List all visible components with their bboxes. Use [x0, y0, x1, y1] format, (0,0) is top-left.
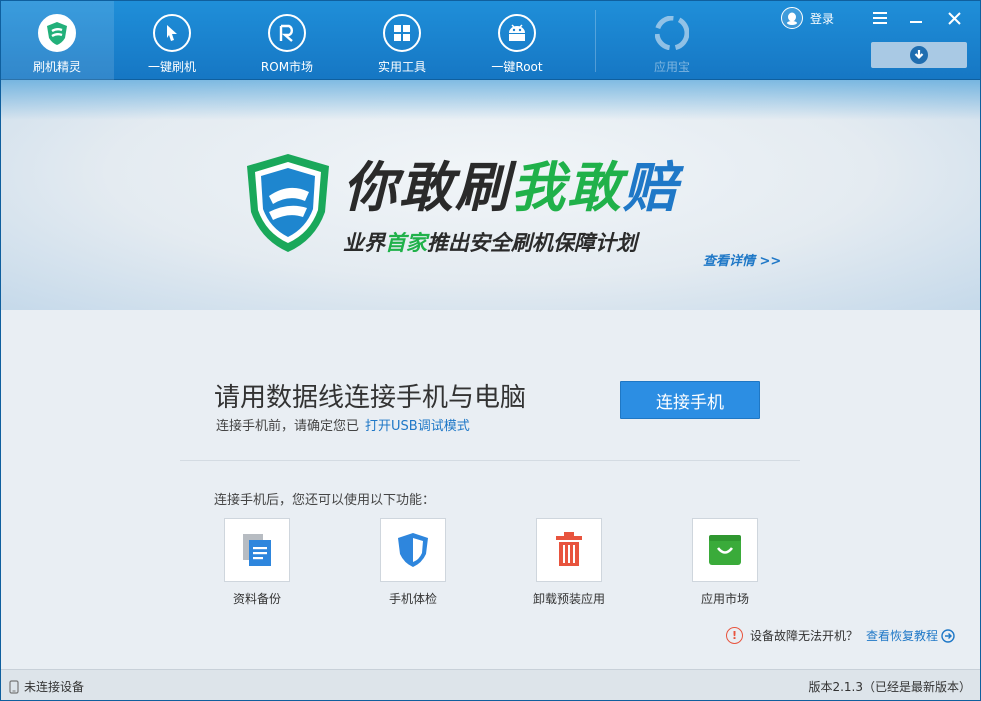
download-icon	[910, 46, 928, 64]
grid-icon	[383, 14, 421, 52]
feature-label: 应用市场	[700, 592, 750, 606]
help-text: 设备故障无法开机？	[750, 629, 859, 643]
connect-phone-button[interactable]: 连接手机	[620, 381, 760, 419]
nav-tab-one-click-root[interactable]: 一键Root	[460, 0, 574, 80]
login-label: 登录	[810, 11, 835, 26]
recovery-tutorial-link[interactable]: 查看恢复教程	[866, 627, 938, 644]
appstore-icon	[653, 14, 691, 52]
shopping-bag-icon	[709, 535, 741, 565]
feature-app-market[interactable]: 应用市场	[692, 518, 758, 606]
top-nav-bar: 刷机精灵 一键刷机 ROM市场 实用工具 一键Root 应用宝 登录	[0, 0, 981, 80]
arrow-circle-icon[interactable]	[941, 628, 955, 643]
backup-document-icon	[243, 534, 271, 566]
sub-part-2: 首家	[385, 231, 427, 255]
feature-tile[interactable]	[536, 518, 602, 582]
phone-icon	[9, 679, 19, 694]
slogan-subtitle: 业界首家推出安全刷机保障计划	[343, 227, 637, 257]
version-text: 版本2.1.3（已经是最新版本）	[808, 680, 971, 694]
download-manager-button[interactable]	[871, 42, 967, 68]
nav-tab-one-click-flash[interactable]: 一键刷机	[115, 0, 229, 80]
feature-label: 卸载预装应用	[532, 592, 606, 606]
trash-icon	[556, 532, 582, 566]
nav-divider	[595, 10, 596, 72]
shield-logo-icon	[247, 154, 329, 252]
slogan-headline: 你敢刷我敢赔	[343, 143, 679, 222]
section-divider	[180, 460, 800, 461]
feature-label: 资料备份	[232, 592, 282, 606]
nav-label: 一键Root	[491, 60, 543, 74]
device-status-text: 未连接设备	[24, 680, 85, 694]
connect-note: 连接手机前，请确定您已 打开USB调试模式	[216, 415, 470, 434]
status-bar: 未连接设备 版本2.1.3（已经是最新版本）	[0, 669, 981, 701]
nav-tab-rom-market[interactable]: ROM市场	[230, 0, 344, 80]
feature-phone-check[interactable]: 手机体检	[380, 518, 446, 606]
sub-part-1: 业界	[343, 231, 385, 255]
shield-icon	[38, 14, 76, 52]
feature-tile[interactable]	[692, 518, 758, 582]
sub-part-3: 推出安全刷机保障计划	[427, 231, 637, 255]
connect-note-text: 连接手机前，请确定您已	[216, 419, 360, 434]
feature-tile[interactable]	[224, 518, 290, 582]
nav-label: 应用宝	[653, 60, 690, 74]
shield-check-icon	[398, 533, 428, 567]
nav-label: ROM市场	[260, 60, 314, 74]
minimize-icon[interactable]	[904, 6, 928, 30]
slogan-part-2: 我敢	[511, 156, 623, 219]
login-button[interactable]: 登录	[781, 7, 834, 29]
nav-label: 刷机精灵	[32, 60, 81, 74]
android-icon	[498, 14, 536, 52]
connect-title: 请用数据线连接手机与电脑	[214, 383, 527, 413]
banner-glow	[0, 80, 981, 120]
usb-debug-link[interactable]: 打开USB调试模式	[365, 419, 470, 434]
help-row: ! 设备故障无法开机？ 查看恢复教程	[726, 627, 955, 644]
feature-uninstall-preinstalled[interactable]: 卸载预装应用	[533, 518, 605, 606]
nav-tab-app-store[interactable]: 应用宝	[615, 0, 729, 80]
menu-icon[interactable]	[868, 6, 892, 30]
nav-label: 实用工具	[377, 60, 426, 74]
rom-icon	[268, 14, 306, 52]
view-details-link[interactable]: 查看详情 >>	[703, 250, 781, 269]
cursor-icon	[153, 14, 191, 52]
promo-banner: 你敢刷我敢赔 业界首家推出安全刷机保障计划 查看详情 >>	[0, 80, 981, 310]
nav-tab-tools[interactable]: 实用工具	[345, 0, 459, 80]
warning-icon: !	[726, 627, 743, 644]
feature-label: 手机体检	[388, 592, 438, 606]
qq-avatar-icon	[781, 7, 803, 29]
slogan-part-3: 赔	[623, 156, 679, 219]
feature-backup[interactable]: 资料备份	[224, 518, 290, 606]
close-icon[interactable]	[942, 6, 966, 30]
feature-tile[interactable]	[380, 518, 446, 582]
nav-label: 一键刷机	[147, 60, 196, 74]
status-device: 未连接设备	[9, 678, 84, 695]
slogan-part-1: 你敢刷	[343, 156, 511, 219]
features-intro: 连接手机后，您还可以使用以下功能：	[214, 493, 436, 508]
nav-tab-flash-wizard[interactable]: 刷机精灵	[0, 0, 114, 80]
